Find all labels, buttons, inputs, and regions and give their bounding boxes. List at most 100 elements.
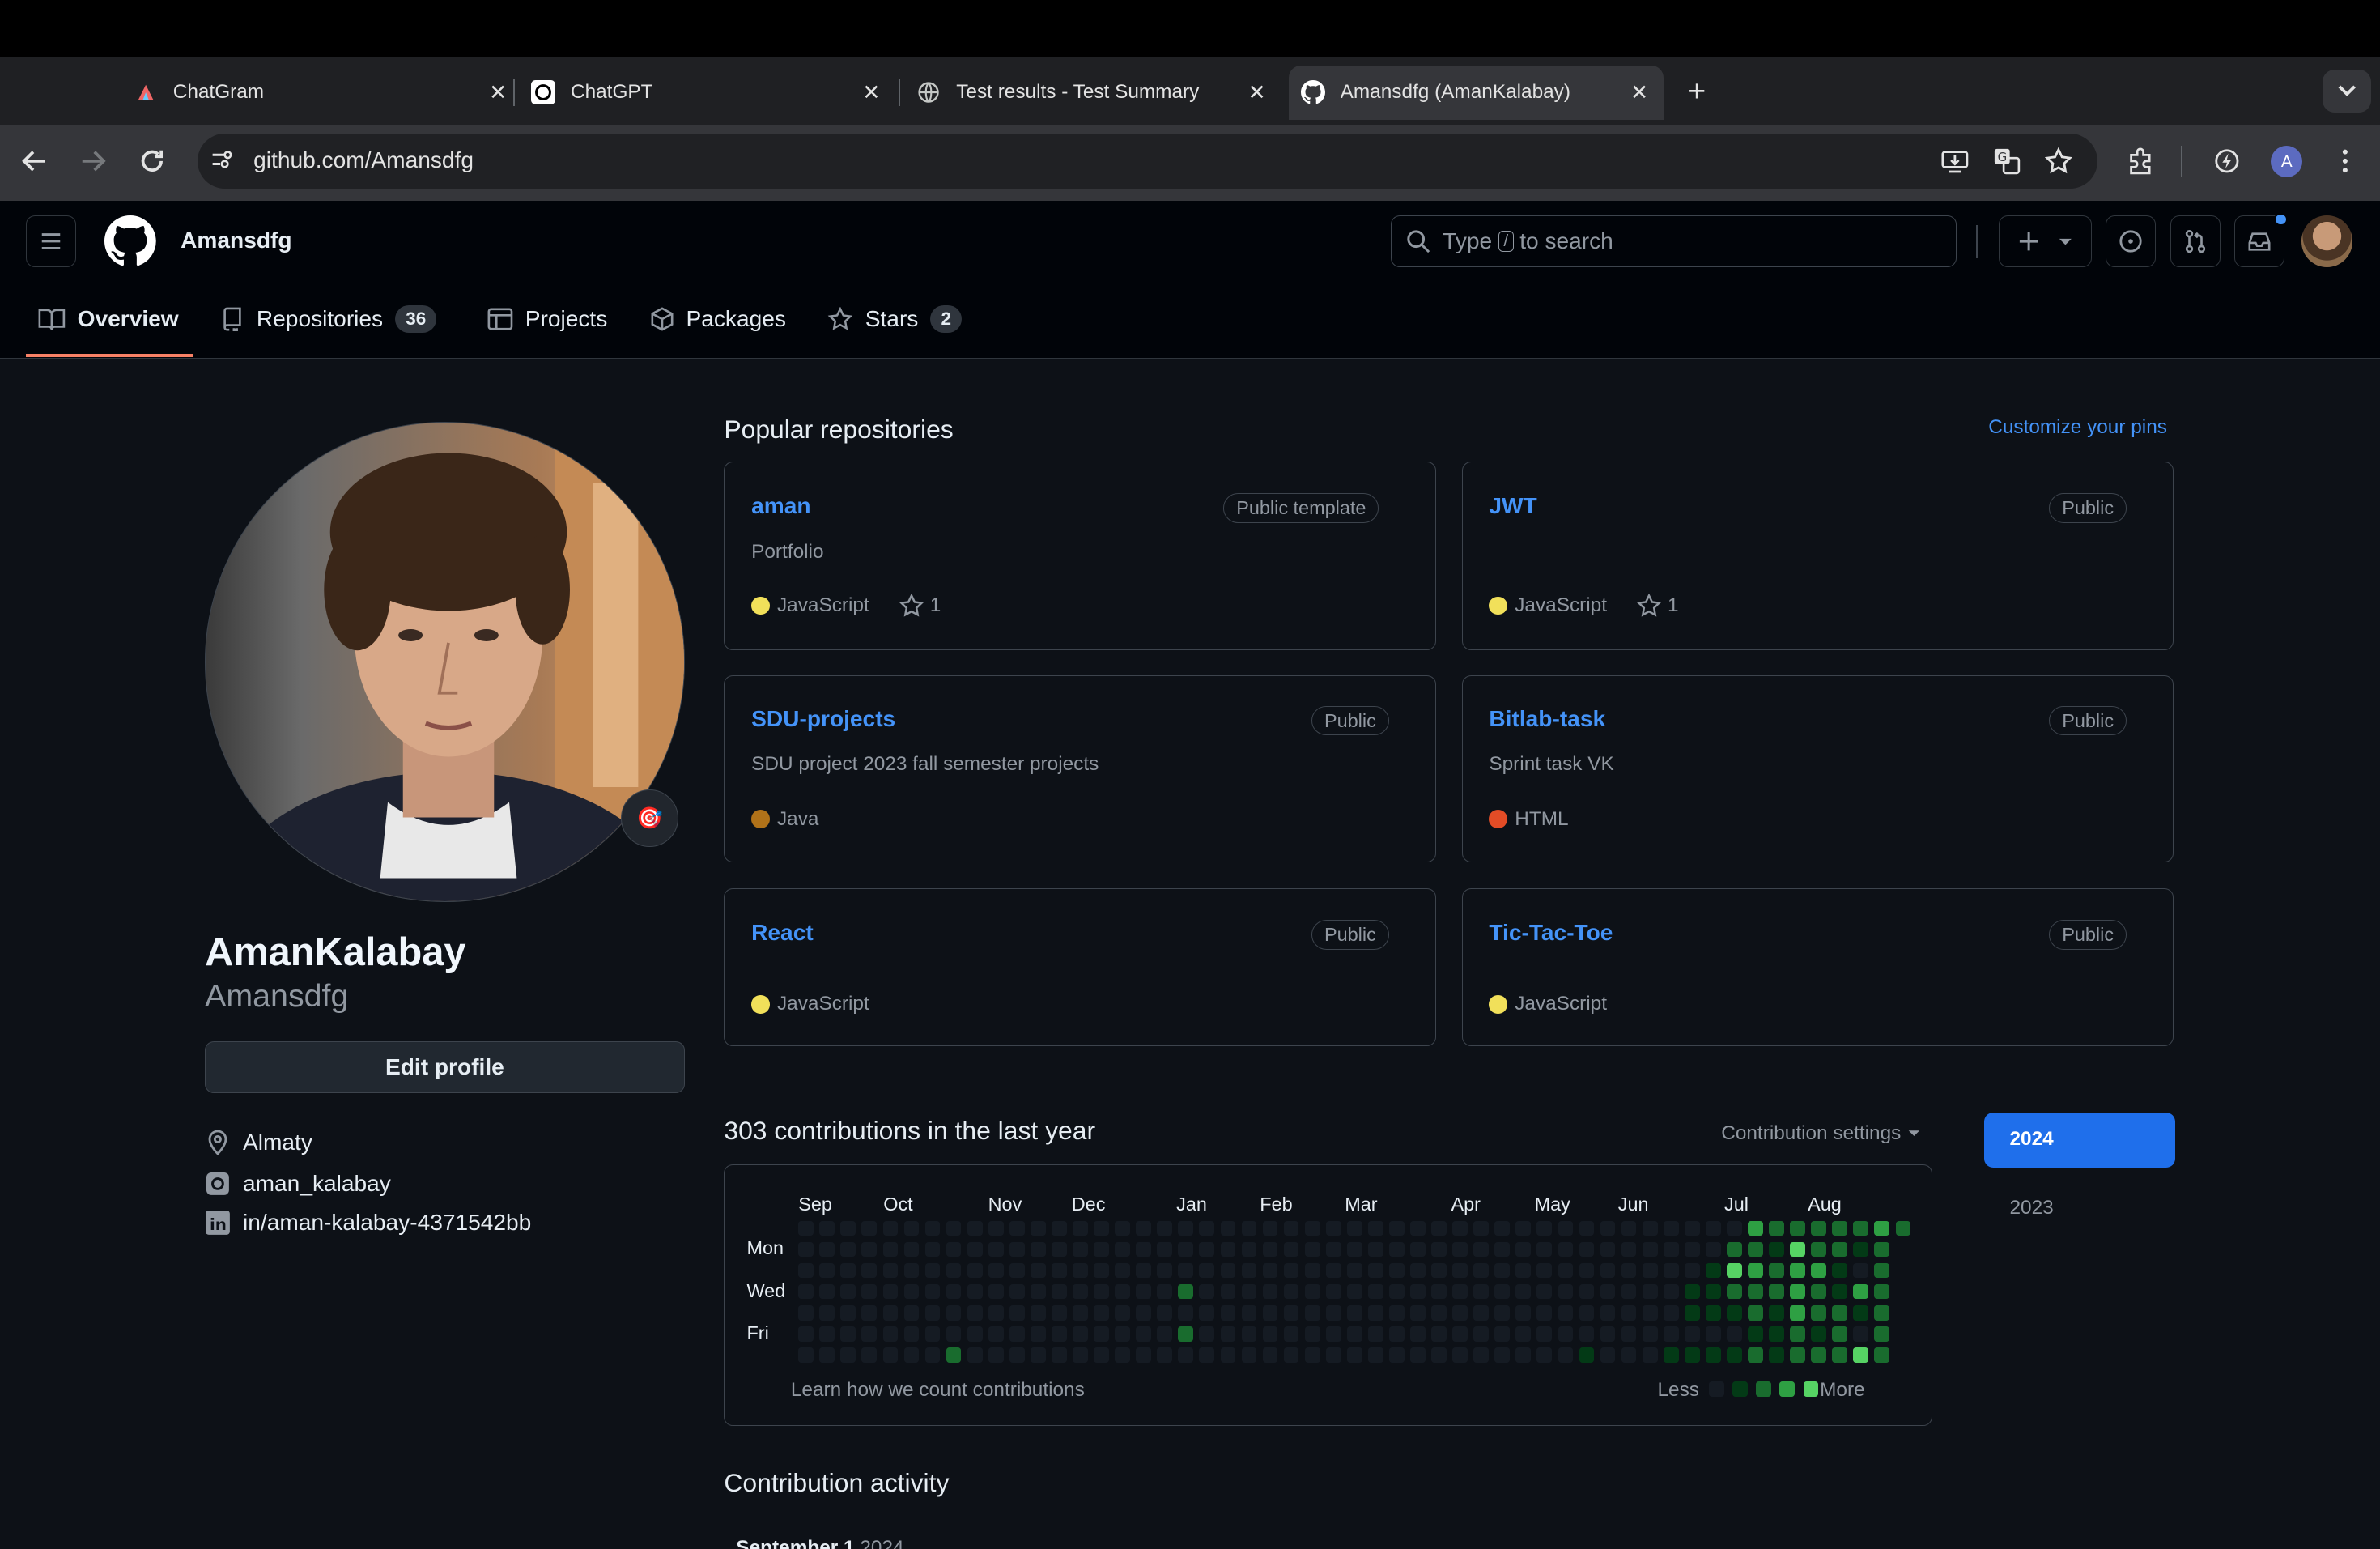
contribution-cell[interactable] (1790, 1347, 1805, 1363)
contribution-cell[interactable] (1643, 1263, 1658, 1279)
contribution-cell[interactable] (1326, 1221, 1341, 1236)
address-bar[interactable] (198, 134, 2098, 189)
contribution-cell[interactable] (1811, 1284, 1826, 1300)
contribution-cell[interactable] (1094, 1284, 1109, 1300)
contribution-cell[interactable] (1326, 1347, 1341, 1363)
contribution-cell[interactable] (946, 1305, 962, 1321)
contribution-cell[interactable] (1790, 1263, 1805, 1279)
contribution-cell[interactable] (1157, 1305, 1172, 1321)
contribution-cell[interactable] (1073, 1347, 1088, 1363)
tab-chatgpt[interactable]: ChatGPT ✕ (531, 70, 883, 115)
learn-contributions-link[interactable]: Learn how we count contributions (791, 1379, 1085, 1402)
contribution-cell[interactable] (946, 1263, 962, 1279)
contribution-cell[interactable] (1452, 1221, 1468, 1236)
contribution-cell[interactable] (1558, 1284, 1574, 1300)
contribution-cell[interactable] (1368, 1284, 1383, 1300)
contribution-cell[interactable] (988, 1263, 1004, 1279)
contribution-cell[interactable] (1284, 1347, 1299, 1363)
contribution-cell[interactable] (1832, 1326, 1847, 1342)
contribution-cell[interactable] (1473, 1284, 1489, 1300)
contribution-cell[interactable] (1832, 1242, 1847, 1257)
contribution-cell[interactable] (1094, 1242, 1109, 1257)
contribution-cell[interactable] (883, 1284, 899, 1300)
github-logo-icon[interactable] (104, 215, 156, 267)
contribution-cell[interactable] (1073, 1305, 1088, 1321)
contribution-cell[interactable] (1284, 1221, 1299, 1236)
contribution-cell[interactable] (1410, 1305, 1426, 1321)
contribution-cell[interactable] (1009, 1326, 1025, 1342)
contribution-cell[interactable] (1221, 1242, 1236, 1257)
repo-stars[interactable]: 1 (899, 594, 941, 618)
contribution-cell[interactable] (1368, 1221, 1383, 1236)
contribution-cell[interactable] (1579, 1284, 1595, 1300)
contribution-cell[interactable] (1094, 1221, 1109, 1236)
contribution-cell[interactable] (1536, 1305, 1552, 1321)
contribution-cell[interactable] (1643, 1221, 1658, 1236)
contribution-cell[interactable] (1199, 1263, 1214, 1279)
contribution-cell[interactable] (925, 1284, 941, 1300)
contribution-cell[interactable] (1326, 1242, 1341, 1257)
contribution-cell[interactable] (1389, 1305, 1405, 1321)
repo-link-sdu-projects[interactable]: SDU-projects (751, 706, 895, 732)
contribution-cell[interactable] (1347, 1305, 1362, 1321)
contribution-cell[interactable] (1347, 1284, 1362, 1300)
contribution-cell[interactable] (1706, 1305, 1721, 1321)
contribution-cell[interactable] (1136, 1347, 1151, 1363)
contribution-cell[interactable] (1242, 1347, 1257, 1363)
contribution-cell[interactable] (1389, 1263, 1405, 1279)
contribution-cell[interactable] (1410, 1347, 1426, 1363)
contribution-cell[interactable] (1178, 1284, 1193, 1300)
contribution-cell[interactable] (1494, 1242, 1510, 1257)
contribution-cell[interactable] (1874, 1326, 1889, 1342)
contribution-cell[interactable] (1685, 1284, 1700, 1300)
contribution-cell[interactable] (1748, 1347, 1763, 1363)
create-new-button[interactable] (1999, 215, 2091, 267)
contribution-cell[interactable] (1664, 1305, 1679, 1321)
contribution-cell[interactable] (1874, 1284, 1889, 1300)
contribution-cell[interactable] (1706, 1263, 1721, 1279)
contribution-cell[interactable] (1558, 1347, 1574, 1363)
contribution-cell[interactable] (1600, 1305, 1616, 1321)
contribution-cell[interactable] (1473, 1221, 1489, 1236)
contribution-cell[interactable] (1431, 1284, 1447, 1300)
contribution-cell[interactable] (1600, 1284, 1616, 1300)
contribution-cell[interactable] (1706, 1347, 1721, 1363)
contribution-cell[interactable] (1136, 1305, 1151, 1321)
contribution-cell[interactable] (1221, 1263, 1236, 1279)
contribution-cell[interactable] (1410, 1221, 1426, 1236)
contribution-cell[interactable] (1643, 1305, 1658, 1321)
contribution-cell[interactable] (1410, 1284, 1426, 1300)
contribution-cell[interactable] (1452, 1326, 1468, 1342)
contribution-cell[interactable] (1621, 1305, 1637, 1321)
contribution-cell[interactable] (819, 1305, 835, 1321)
contribution-cell[interactable] (1494, 1305, 1510, 1321)
repo-link-bitlab-task[interactable]: Bitlab-task (1489, 706, 1605, 732)
contribution-cell[interactable] (1600, 1347, 1616, 1363)
contribution-cell[interactable] (1811, 1263, 1826, 1279)
tab-close-icon[interactable]: ✕ (486, 80, 510, 104)
contribution-cell[interactable] (1874, 1242, 1889, 1257)
contribution-cell[interactable] (1009, 1284, 1025, 1300)
contribution-cell[interactable] (1664, 1263, 1679, 1279)
contribution-cell[interactable] (1621, 1284, 1637, 1300)
contribution-cell[interactable] (1452, 1242, 1468, 1257)
contribution-cell[interactable] (1242, 1263, 1257, 1279)
contribution-cell[interactable] (1536, 1242, 1552, 1257)
contribution-cell[interactable] (798, 1242, 814, 1257)
contribution-cell[interactable] (1494, 1263, 1510, 1279)
contribution-cell[interactable] (1199, 1326, 1214, 1342)
forward-button[interactable] (79, 147, 107, 175)
contribution-cell[interactable] (1368, 1263, 1383, 1279)
contribution-cell[interactable] (1368, 1242, 1383, 1257)
contribution-cell[interactable] (904, 1221, 920, 1236)
contribution-cell[interactable] (819, 1263, 835, 1279)
contribution-cell[interactable] (946, 1347, 962, 1363)
contribution-cell[interactable] (1790, 1242, 1805, 1257)
contribution-cell[interactable] (1769, 1242, 1784, 1257)
contribution-cell[interactable] (946, 1242, 962, 1257)
contribution-cell[interactable] (1832, 1284, 1847, 1300)
contribution-cell[interactable] (1515, 1326, 1531, 1342)
contribution-cell[interactable] (819, 1221, 835, 1236)
contribution-cell[interactable] (1853, 1221, 1868, 1236)
contribution-cell[interactable] (1643, 1242, 1658, 1257)
